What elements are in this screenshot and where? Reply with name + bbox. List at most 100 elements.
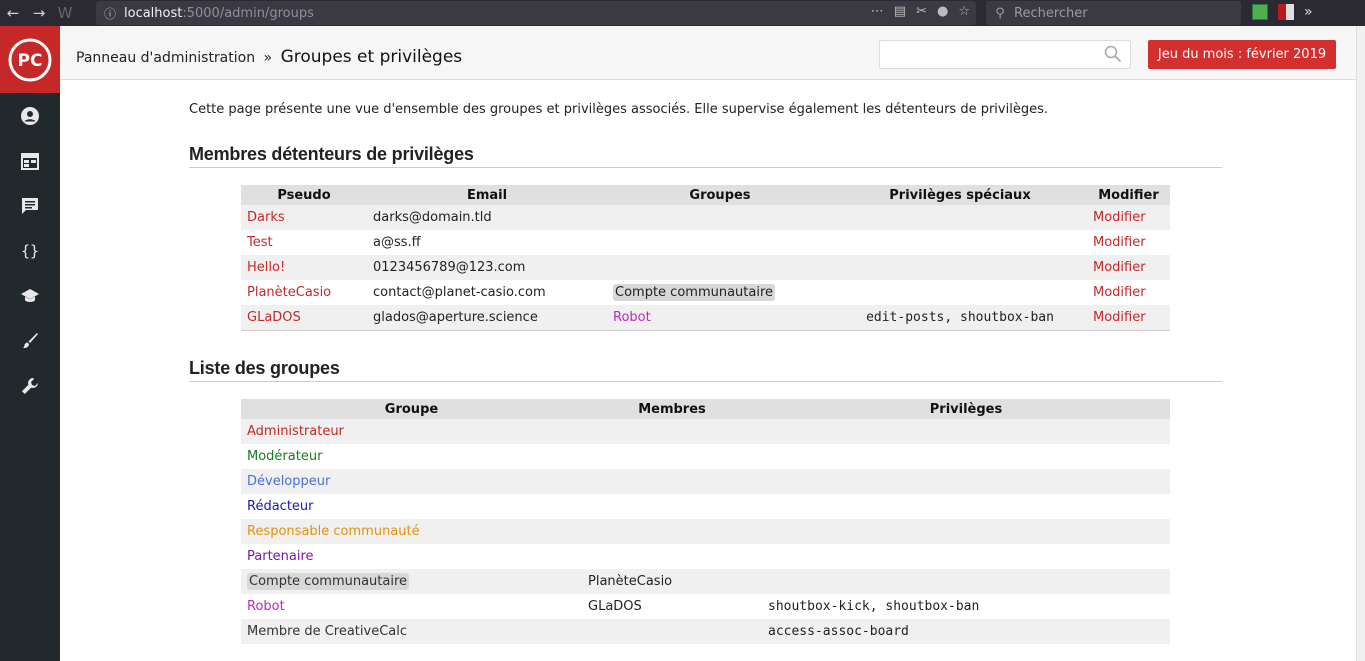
member-privileges	[833, 230, 1087, 255]
group-name-cell: Administrateur	[241, 419, 582, 444]
group-members	[582, 469, 762, 494]
member-email: glados@aperture.science	[373, 309, 538, 325]
group-privileges	[762, 444, 1170, 469]
wikipedia-icon[interactable]: W	[52, 0, 78, 26]
group-privileges	[762, 569, 1170, 594]
group-tag: Compte communautaire	[613, 284, 776, 301]
group-privileges	[762, 494, 1170, 519]
column-header-special-privileges: Privilèges spéciaux	[833, 185, 1087, 205]
browser-toolbar: ← → W ⓘ localhost:5000/admin/groups ⋯ ▤ …	[0, 0, 1365, 26]
group-name: Compte communautaire	[247, 573, 410, 590]
group-name-cell: Responsable communauté	[241, 519, 582, 544]
code-braces-icon[interactable]: {}	[0, 228, 60, 273]
site-search-input[interactable]	[879, 40, 1131, 69]
group-name: Partenaire	[247, 549, 314, 564]
more-dots-icon[interactable]: ⋯	[871, 4, 884, 19]
groups-table: Groupe Membres Privilèges Administrateur…	[241, 399, 1170, 644]
modify-link[interactable]: Modifier	[1093, 235, 1146, 250]
modify-link[interactable]: Modifier	[1093, 285, 1146, 300]
search-icon[interactable]	[1104, 45, 1122, 67]
group-members	[582, 544, 762, 569]
extension-icons: »	[1252, 4, 1313, 20]
planete-casio-logo[interactable]: PC	[0, 26, 60, 93]
extension-green-icon[interactable]	[1252, 4, 1268, 20]
screenshot-icon[interactable]: ✂	[916, 4, 927, 19]
reader-view-icon[interactable]: ▤	[894, 4, 906, 19]
url-bar[interactable]: ⓘ localhost:5000/admin/groups ⋯ ▤ ✂ ● ☆	[96, 1, 976, 25]
calendar-icon[interactable]	[0, 138, 60, 183]
members-section-title: Membres détenteurs de privilèges	[189, 144, 1222, 168]
member-email: 0123456789@123.com	[373, 260, 526, 275]
group-members: GLaDOS	[588, 599, 642, 614]
member-groups	[607, 230, 833, 255]
game-of-month-button[interactable]: Jeu du mois : février 2019	[1148, 40, 1336, 69]
column-header-modify: Modifier	[1087, 185, 1170, 205]
member-email: contact@planet-casio.com	[373, 285, 546, 300]
group-members	[582, 494, 762, 519]
table-row: Administrateur	[241, 419, 1170, 444]
group-name-cell: Rédacteur	[241, 494, 582, 519]
column-header-email: Email	[367, 185, 607, 205]
top-bar: Panneau d'administration » Groupes et pr…	[60, 26, 1356, 80]
intro-text: Cette page présente une vue d'ensemble d…	[189, 102, 1048, 117]
modify-link[interactable]: Modifier	[1093, 310, 1146, 325]
modify-link[interactable]: Modifier	[1093, 260, 1146, 275]
member-pseudo-link[interactable]: Hello!	[247, 260, 285, 275]
modify-link[interactable]: Modifier	[1093, 210, 1146, 225]
group-privileges	[762, 519, 1170, 544]
column-header-group: Groupe	[241, 399, 582, 419]
member-pseudo-link[interactable]: Test	[247, 235, 273, 250]
member-pseudo-link[interactable]: GLaDOS	[247, 310, 301, 325]
column-header-groups: Groupes	[607, 185, 833, 205]
table-row: Membre de CreativeCalc access-assoc-board	[241, 619, 1170, 644]
user-icon[interactable]	[0, 93, 60, 138]
page-scrollbar[interactable]	[1356, 26, 1365, 661]
brush-icon[interactable]	[0, 318, 60, 363]
group-name-cell: Membre de CreativeCalc	[241, 619, 582, 644]
group-privileges	[762, 469, 1170, 494]
groups-header-row: Groupe Membres Privilèges	[241, 399, 1170, 419]
group-name: Administrateur	[247, 424, 344, 439]
member-privileges	[833, 255, 1087, 280]
lightbulb-icon[interactable]: ●	[937, 4, 948, 19]
breadcrumb-separator: »	[263, 50, 273, 66]
page-title: Groupes et privilèges	[280, 47, 463, 67]
overflow-chevron-icon[interactable]: »	[1304, 4, 1313, 20]
table-row: GLaDOS glados@aperture.science Robot edi…	[241, 305, 1170, 330]
member-pseudo-link[interactable]: Darks	[247, 210, 285, 225]
group-privileges	[762, 419, 1170, 444]
member-email: a@ss.ff	[373, 235, 421, 250]
table-row: Rédacteur	[241, 494, 1170, 519]
forward-arrow-icon[interactable]: →	[26, 0, 52, 26]
bookmark-star-icon[interactable]: ☆	[958, 4, 970, 19]
table-row: PlanèteCasio contact@planet-casio.com Co…	[241, 280, 1170, 305]
column-header-privileges: Privilèges	[762, 399, 1170, 419]
members-table: Pseudo Email Groupes Privilèges spéciaux…	[241, 185, 1170, 331]
breadcrumb: Panneau d'administration » Groupes et pr…	[76, 47, 462, 67]
group-privileges	[762, 544, 1170, 569]
group-name: Responsable communauté	[247, 524, 420, 539]
breadcrumb-root[interactable]: Panneau d'administration	[76, 50, 255, 66]
wrench-icon[interactable]	[0, 363, 60, 408]
group-privileges: shoutbox-kick, shoutbox-ban	[768, 599, 980, 614]
forum-icon[interactable]	[0, 183, 60, 228]
info-icon[interactable]: ⓘ	[96, 5, 124, 22]
group-name: Robot	[247, 599, 285, 614]
group-name-cell: Modérateur	[241, 444, 582, 469]
member-pseudo-link[interactable]: PlanèteCasio	[247, 285, 331, 300]
browser-search-input[interactable]: ⚲ Rechercher	[986, 1, 1241, 25]
url-text[interactable]: localhost:5000/admin/groups	[124, 6, 314, 21]
search-icon: ⚲	[995, 5, 1005, 21]
group-name: Membre de CreativeCalc	[247, 624, 408, 639]
extension-red-icon[interactable]	[1278, 4, 1294, 20]
group-name: Développeur	[247, 474, 331, 489]
member-privileges: edit-posts, shoutbox-ban	[866, 309, 1054, 325]
group-members	[582, 519, 762, 544]
back-arrow-icon[interactable]: ←	[0, 0, 26, 26]
members-header-row: Pseudo Email Groupes Privilèges spéciaux…	[241, 185, 1170, 205]
group-privileges: access-assoc-board	[768, 624, 909, 639]
school-icon[interactable]	[0, 273, 60, 318]
member-privileges	[833, 205, 1087, 230]
group-name: Rédacteur	[247, 499, 314, 514]
member-privileges	[833, 280, 1087, 305]
